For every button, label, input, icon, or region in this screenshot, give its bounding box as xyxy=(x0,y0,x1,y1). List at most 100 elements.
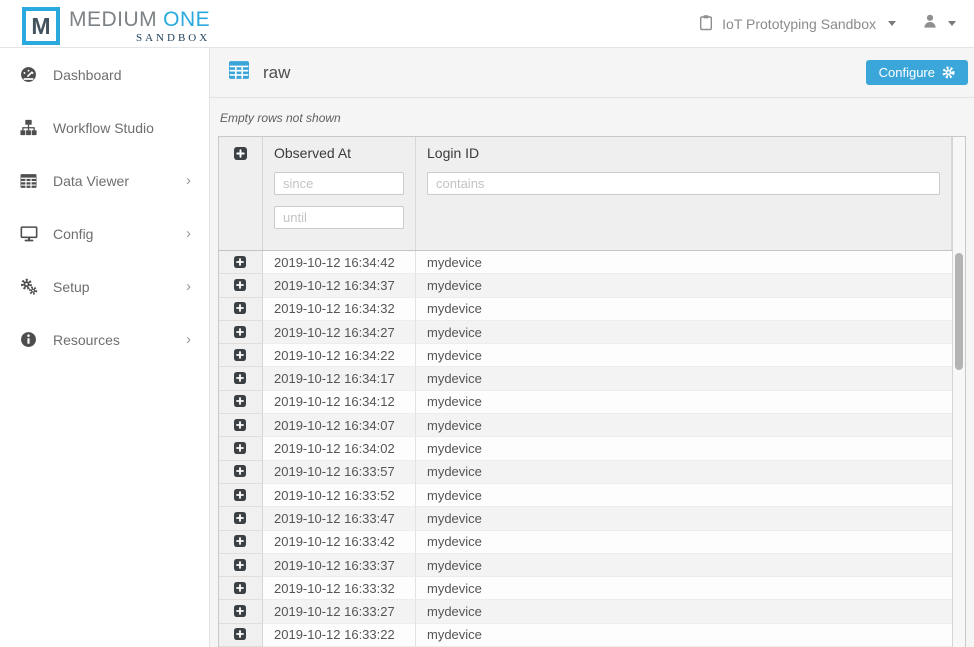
table-row: 2019-10-12 16:33:32 mydevice xyxy=(219,577,965,600)
table-body: 2019-10-12 16:34:42 mydevice 2019-10-12 … xyxy=(219,251,965,647)
info-icon xyxy=(20,331,38,349)
expand-row-button[interactable] xyxy=(234,628,247,641)
table-row: 2019-10-12 16:34:27 mydevice xyxy=(219,321,965,344)
table-row: 2019-10-12 16:33:42 mydevice xyxy=(219,531,965,554)
observed-at-cell: 2019-10-12 16:34:27 xyxy=(263,321,416,344)
expand-row-button[interactable] xyxy=(234,465,247,478)
desktop-icon xyxy=(20,225,38,243)
login-id-cell: mydevice xyxy=(416,298,952,321)
login-id-cell: mydevice xyxy=(416,624,952,647)
sidebar-item-label: Workflow Studio xyxy=(53,120,154,136)
column-label: Login ID xyxy=(427,145,940,161)
sidebar-item-setup[interactable]: Setup › xyxy=(0,260,209,313)
gears-icon xyxy=(20,278,38,296)
login-id-cell: mydevice xyxy=(416,437,952,460)
table-row: 2019-10-12 16:33:52 mydevice xyxy=(219,484,965,507)
brand-subtitle: SANDBOX xyxy=(136,32,210,44)
main-content: raw Configure Empty rows not shown xyxy=(210,48,974,647)
expand-row-cell xyxy=(219,274,263,297)
chevron-right-icon: › xyxy=(186,332,191,347)
observed-at-cell: 2019-10-12 16:34:42 xyxy=(263,251,416,274)
sidebar-item-config[interactable]: Config › xyxy=(0,207,209,260)
expand-row-button[interactable] xyxy=(234,442,247,455)
sidebar-item-label: Setup xyxy=(53,279,90,295)
configure-button[interactable]: Configure xyxy=(866,60,968,85)
table-row: 2019-10-12 16:34:07 mydevice xyxy=(219,414,965,437)
sidebar-item-resources[interactable]: Resources › xyxy=(0,313,209,366)
expand-row-button[interactable] xyxy=(234,372,247,385)
sidebar-item-label: Config xyxy=(53,226,93,242)
expand-row-button[interactable] xyxy=(234,302,247,315)
table-row: 2019-10-12 16:33:27 mydevice xyxy=(219,600,965,623)
login-id-cell: mydevice xyxy=(416,321,952,344)
plus-square-icon xyxy=(234,395,246,407)
column-label: Observed At xyxy=(274,145,404,161)
login-id-cell: mydevice xyxy=(416,391,952,414)
login-id-cell: mydevice xyxy=(416,344,952,367)
plus-square-icon xyxy=(234,326,246,338)
user-icon xyxy=(922,13,938,34)
column-header-observed-at: Observed At xyxy=(263,137,416,250)
table-row: 2019-10-12 16:33:22 mydevice xyxy=(219,624,965,647)
brand-logo[interactable]: M MEDIUM ONE SANDBOX xyxy=(22,2,210,45)
expand-row-button[interactable] xyxy=(234,419,247,432)
plus-square-icon xyxy=(234,349,246,361)
empty-rows-note: Empty rows not shown xyxy=(210,98,974,136)
user-menu-dropdown[interactable] xyxy=(922,13,956,34)
sidebar-item-workflow-studio[interactable]: Workflow Studio xyxy=(0,101,209,154)
expand-row-button[interactable] xyxy=(234,489,247,502)
plus-square-icon xyxy=(234,512,246,524)
top-navbar: M MEDIUM ONE SANDBOX IoT Prototyping San… xyxy=(0,0,974,48)
login-id-cell: mydevice xyxy=(416,577,952,600)
expand-row-cell xyxy=(219,437,263,460)
login-id-cell: mydevice xyxy=(416,461,952,484)
filter-since-input[interactable] xyxy=(274,172,404,195)
brand-names: MEDIUM ONE SANDBOX xyxy=(69,9,210,44)
expand-row-button[interactable] xyxy=(234,395,247,408)
dashboard-icon xyxy=(20,66,38,84)
chevron-right-icon: › xyxy=(186,226,191,241)
table-row: 2019-10-12 16:33:57 mydevice xyxy=(219,461,965,484)
project-selector-dropdown[interactable]: IoT Prototyping Sandbox xyxy=(698,14,896,34)
observed-at-cell: 2019-10-12 16:34:37 xyxy=(263,274,416,297)
expand-row-button[interactable] xyxy=(234,279,247,292)
plus-square-icon xyxy=(234,419,246,431)
filter-until-input[interactable] xyxy=(274,206,404,229)
expand-row-cell xyxy=(219,298,263,321)
expand-row-cell xyxy=(219,531,263,554)
table-row: 2019-10-12 16:34:32 mydevice xyxy=(219,298,965,321)
page-header: raw Configure xyxy=(210,48,974,98)
login-id-cell: mydevice xyxy=(416,531,952,554)
expand-row-button[interactable] xyxy=(234,512,247,525)
login-id-cell: mydevice xyxy=(416,251,952,274)
expand-row-cell xyxy=(219,507,263,530)
expand-row-button[interactable] xyxy=(234,605,247,618)
brand-name-one: ONE xyxy=(163,9,210,30)
observed-at-cell: 2019-10-12 16:34:22 xyxy=(263,344,416,367)
expand-row-button[interactable] xyxy=(234,349,247,362)
plus-square-icon xyxy=(234,559,246,571)
brand-name-medium: MEDIUM xyxy=(69,9,157,30)
table-row: 2019-10-12 16:34:22 mydevice xyxy=(219,344,965,367)
vertical-scrollbar xyxy=(952,137,965,647)
sidebar-item-dashboard[interactable]: Dashboard xyxy=(0,48,209,101)
sidebar-item-data-viewer[interactable]: Data Viewer › xyxy=(0,154,209,207)
observed-at-cell: 2019-10-12 16:33:37 xyxy=(263,554,416,577)
observed-at-cell: 2019-10-12 16:34:12 xyxy=(263,391,416,414)
table-row: 2019-10-12 16:33:37 mydevice xyxy=(219,554,965,577)
expand-row-button[interactable] xyxy=(234,582,247,595)
plus-square-icon xyxy=(234,279,246,291)
expand-all-header-cell[interactable] xyxy=(219,137,263,250)
page-title: raw xyxy=(263,63,290,83)
caret-down-icon xyxy=(948,21,956,26)
plus-square-icon xyxy=(234,302,246,314)
scrollbar-thumb[interactable] xyxy=(955,253,963,370)
expand-row-button[interactable] xyxy=(234,535,247,548)
expand-row-button[interactable] xyxy=(234,559,247,572)
plus-square-icon xyxy=(234,628,246,640)
expand-row-button[interactable] xyxy=(234,326,247,339)
table-icon xyxy=(228,60,250,85)
filter-contains-input[interactable] xyxy=(427,172,940,195)
observed-at-cell: 2019-10-12 16:33:27 xyxy=(263,600,416,623)
expand-row-button[interactable] xyxy=(234,256,247,269)
